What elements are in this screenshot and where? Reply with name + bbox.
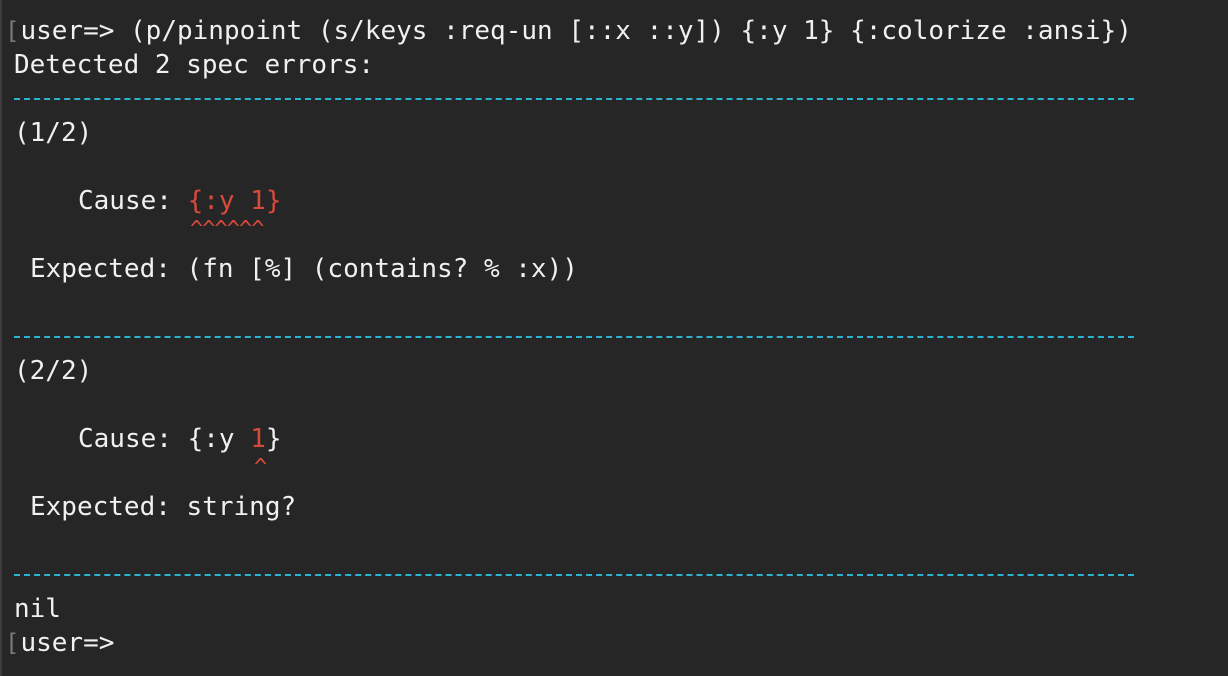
- cause-label: Cause:: [78, 424, 188, 454]
- prompt: user=>: [20, 628, 115, 658]
- cause-label: Cause:: [78, 186, 188, 216]
- separator: [14, 98, 1134, 100]
- terminal-window[interactable]: [user=> (p/pinpoint (s/keys :req-un [::x…: [0, 0, 1228, 676]
- error-marker: ^^^^^^: [190, 217, 264, 242]
- cause-suffix: }: [265, 424, 282, 454]
- separator: [14, 336, 1134, 338]
- cause-highlight: 1: [250, 424, 266, 454]
- error-marker: ^: [254, 455, 267, 480]
- cause-prefix: {:y: [187, 424, 251, 454]
- error-index: (2/2): [14, 356, 93, 386]
- cause-line: Cause: {:y 1}: [78, 184, 282, 218]
- result-output: nil: [14, 594, 61, 624]
- prompt-marker-icon: [: [5, 17, 20, 45]
- separator: [14, 574, 1134, 576]
- expected-line: Expected: string?: [30, 490, 296, 524]
- command-text: (p/pinpoint (s/keys :req-un [::x ::y]) {…: [114, 16, 1132, 46]
- error-index: (1/2): [14, 118, 93, 148]
- expected-label: Expected:: [30, 492, 187, 522]
- expected-value: string?: [186, 492, 297, 522]
- cause-value: {:y 1}: [187, 186, 282, 216]
- error-summary: Detected 2 spec errors:: [14, 50, 375, 80]
- command-line: [user=> (p/pinpoint (s/keys :req-un [::x…: [5, 14, 1132, 48]
- prompt-marker-icon: [: [5, 629, 20, 657]
- cause-line: Cause: {:y 1}: [78, 422, 282, 456]
- expected-label: Expected:: [30, 254, 187, 284]
- prompt: user=>: [20, 16, 115, 46]
- expected-value: (fn [%] (contains? % :x)): [186, 254, 578, 284]
- final-prompt-line[interactable]: [user=>: [5, 626, 115, 660]
- expected-line: Expected: (fn [%] (contains? % :x)): [30, 252, 578, 286]
